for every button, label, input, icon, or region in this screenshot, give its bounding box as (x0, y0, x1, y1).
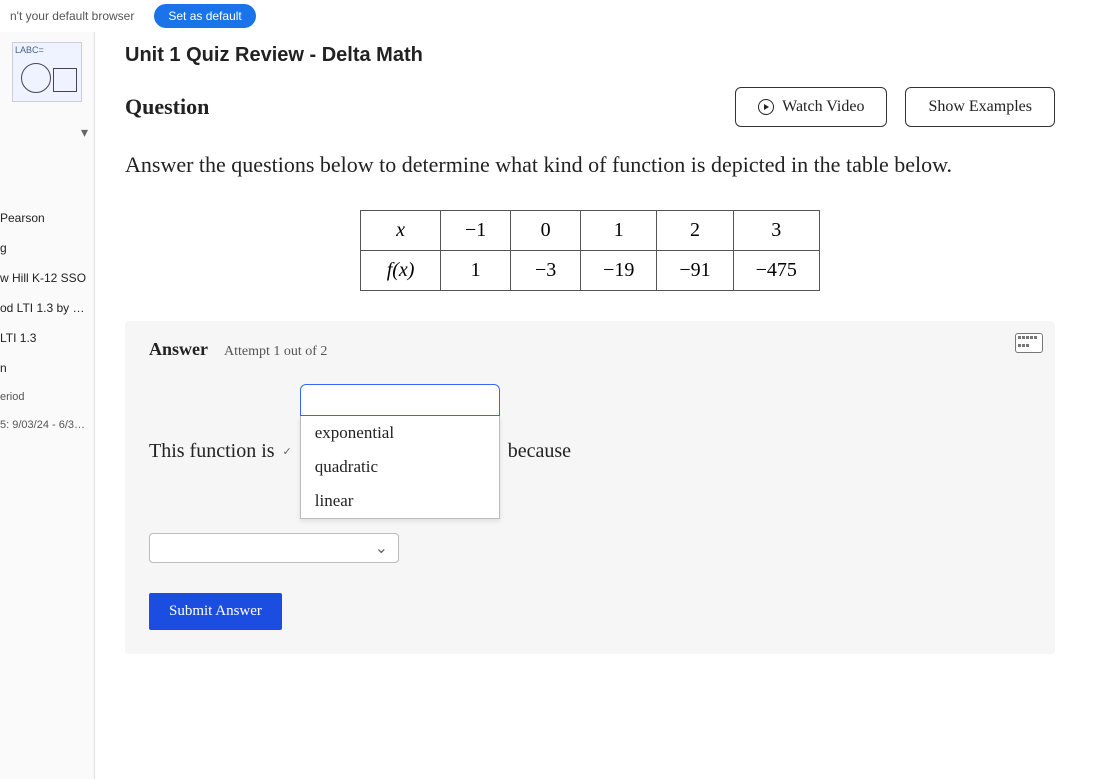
chevron-down-icon: ⌄ (375, 538, 388, 558)
sidebar-item-n[interactable]: n (0, 353, 94, 383)
question-heading: Question (125, 94, 209, 120)
reason-select[interactable]: ⌄ (149, 533, 399, 563)
cell: −475 (733, 251, 819, 291)
sidebar-period-label: eriod (0, 383, 94, 411)
sidebar-item-lti13[interactable]: LTI 1.3 (0, 323, 94, 353)
cell: −19 (581, 251, 657, 291)
cell: −91 (657, 251, 733, 291)
attempt-text: Attempt 1 out of 2 (224, 344, 327, 360)
sidebar-item-hill[interactable]: w Hill K-12 SSO (0, 263, 94, 293)
table-row: f(x) 1 −3 −19 −91 −475 (361, 251, 820, 291)
page-title: Unit 1 Quiz Review - Delta Math (125, 44, 1055, 67)
option-exponential[interactable]: exponential (301, 416, 499, 450)
sidebar: LABC= ▾ Pearson g w Hill K-12 SSO od LTI… (0, 32, 95, 779)
option-linear[interactable]: linear (301, 484, 499, 518)
browser-notice: n't your default browser (10, 9, 134, 23)
set-default-button[interactable]: Set as default (154, 4, 255, 28)
cell: −1 (441, 211, 511, 251)
submit-answer-button[interactable]: Submit Answer (149, 593, 282, 630)
sidebar-item-g[interactable]: g (0, 233, 94, 263)
answer-block: Answer Attempt 1 out of 2 This function … (125, 321, 1055, 654)
table-row: x −1 0 1 2 3 (361, 211, 820, 251)
sidebar-dropdown-toggle[interactable]: ▾ (0, 122, 94, 143)
row1-label: x (361, 211, 441, 251)
cell: 1 (441, 251, 511, 291)
question-prompt: Answer the questions below to determine … (125, 147, 1055, 182)
show-examples-button[interactable]: Show Examples (905, 87, 1055, 127)
check-icon: ✓ (283, 445, 292, 458)
row2-label: f(x) (361, 251, 441, 291)
sentence-suffix: because (508, 440, 571, 463)
keyboard-icon[interactable] (1015, 333, 1043, 353)
cell: 1 (581, 211, 657, 251)
cell: −3 (511, 251, 581, 291)
function-type-options: exponential quadratic linear (300, 416, 500, 519)
option-quadratic[interactable]: quadratic (301, 450, 499, 484)
main-content: Unit 1 Quiz Review - Delta Math Question… (95, 32, 1095, 779)
assignment-thumbnail[interactable]: LABC= (12, 42, 82, 102)
play-icon (758, 99, 774, 115)
sentence-prefix: This function is (149, 440, 275, 463)
function-type-select[interactable] (300, 384, 500, 416)
cell: 2 (657, 211, 733, 251)
watch-video-button[interactable]: Watch Video (735, 87, 887, 127)
function-table: x −1 0 1 2 3 f(x) 1 −3 −19 −91 −475 (360, 210, 820, 291)
sidebar-period-dates: 5: 9/03/24 - 6/30/25 (0, 411, 94, 439)
sidebar-item-lti-near[interactable]: od LTI 1.3 by Near... (0, 293, 94, 323)
cell: 0 (511, 211, 581, 251)
sidebar-item-pearson[interactable]: Pearson (0, 203, 94, 233)
cell: 3 (733, 211, 819, 251)
answer-label: Answer (149, 339, 208, 360)
